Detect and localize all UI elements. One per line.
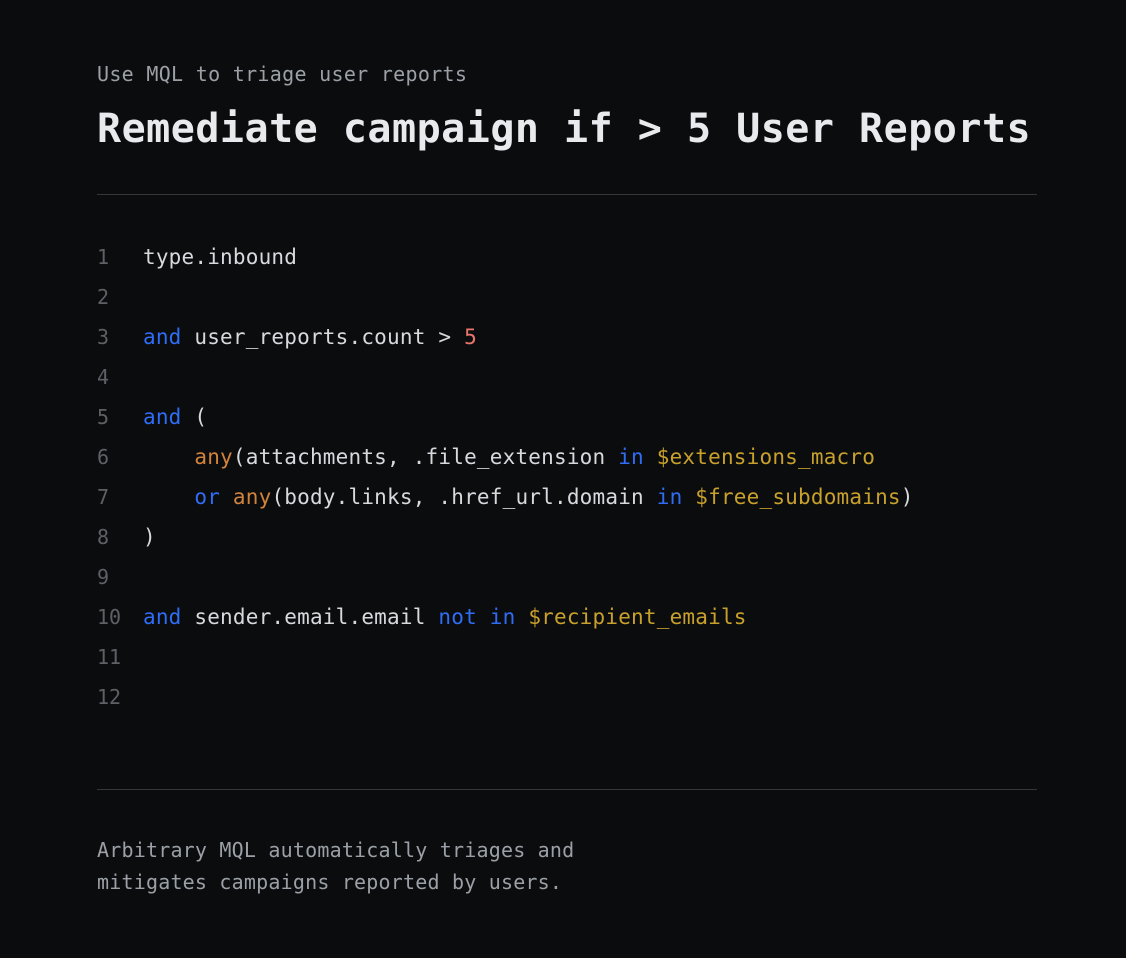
code-token-var: $free_subdomains [695, 485, 901, 509]
footer: Arbitrary MQL automatically triages and … [97, 790, 1037, 898]
code-token-kw: and [143, 605, 182, 629]
code-line-text: and sender.email.email not in $recipient… [143, 597, 747, 637]
layout-spacer [97, 717, 1037, 789]
line-number: 3 [97, 325, 110, 349]
code-line: 1 type.inbound [97, 237, 1037, 277]
code-line: 8) [97, 517, 1037, 557]
line-number: 12 [97, 685, 122, 709]
line-number: 1 [97, 245, 110, 269]
code-line: 2 [97, 277, 1037, 317]
code-line: 5 and ( [97, 397, 1037, 437]
code-token-kw: and [143, 405, 182, 429]
code-token-fn: any [194, 445, 233, 469]
code-line: 9 [97, 557, 1037, 597]
line-number: 5 [97, 405, 110, 429]
code-lines-container: 1 type.inbound 2 3 and user_reports.count > … [97, 237, 1037, 717]
code-line-text: and user_reports.count > 5 [143, 317, 477, 357]
code-token-num: 5 [464, 325, 477, 349]
code-line-text: any(attachments, .file_extension in $ext… [143, 437, 875, 477]
code-block[interactable]: 1 type.inbound 2 3 and user_reports.count > … [97, 195, 1037, 717]
line-number: 10 [97, 605, 122, 629]
code-line-text: or any(body.links, .href_url.domain in $… [143, 477, 914, 517]
code-line: 6 any(attachments, .file_extension in $e… [97, 437, 1037, 477]
footer-description: Arbitrary MQL automatically triages and … [97, 838, 575, 894]
code-token-kw: not [438, 605, 477, 629]
code-token-kw: in [489, 605, 516, 629]
line-number: 6 [97, 445, 110, 469]
code-token-kw: in [618, 445, 644, 469]
code-token-kw: and [143, 325, 182, 349]
line-number: 11 [97, 645, 122, 669]
code-token-plain: ) [143, 525, 156, 549]
code-token-kw: in [656, 485, 683, 509]
line-number: 9 [97, 565, 110, 589]
code-token-var: $recipient_emails [528, 605, 747, 629]
code-line: 3 and user_reports.count > 5 [97, 317, 1037, 357]
code-line-text: and ( [143, 397, 207, 437]
line-number: 8 [97, 525, 110, 549]
header: Use MQL to triage user reports Remediate… [97, 0, 1037, 156]
mql-snippet-card: Use MQL to triage user reports Remediate… [97, 0, 1037, 958]
line-number: 7 [97, 485, 110, 509]
code-line: 12 [97, 677, 1037, 717]
code-line-text: type.inbound [143, 237, 297, 277]
code-token-kw: or [194, 485, 221, 509]
line-number: 2 [97, 285, 110, 309]
code-line: 4 [97, 357, 1037, 397]
code-token-plain: (body.links, .href_url.domain [271, 485, 657, 509]
code-line: 11 [97, 637, 1037, 677]
code-line: 7 or any(body.links, .href_url.domain in… [97, 477, 1037, 517]
code-token-plain: ( [181, 405, 208, 429]
code-token-plain: sender.email.email [181, 605, 439, 629]
page-title: Remediate campaign if > 5 User Reports [97, 106, 1032, 152]
code-token-var: $extensions_macro [656, 445, 876, 469]
code-line-text: ) [143, 517, 156, 557]
bottom-padding [97, 898, 1037, 958]
code-token-plain: (attachments, .file_extension [232, 445, 619, 469]
code-line: 10 and sender.email.email not in $recipie… [97, 597, 1037, 637]
code-token-plain: ) [900, 485, 914, 509]
code-token-plain: user_reports.count > [181, 325, 465, 349]
code-token-plain: type.inbound [143, 245, 298, 269]
line-number: 4 [97, 365, 110, 389]
eyebrow-label: Use MQL to triage user reports [97, 62, 468, 86]
code-token-fn: any [232, 485, 272, 509]
